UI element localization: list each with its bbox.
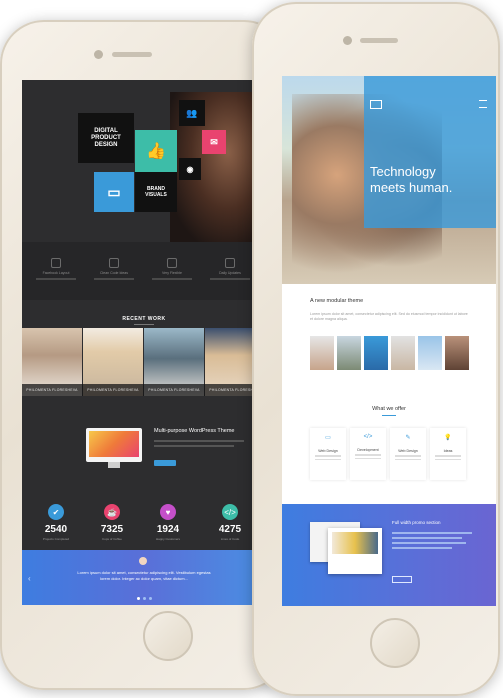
right-phone-camera bbox=[343, 36, 352, 45]
layout-icon bbox=[51, 258, 61, 268]
imac-mockup bbox=[86, 428, 142, 462]
card-title: Development bbox=[357, 448, 379, 452]
hero-title: DIGITAL PRODUCT DESIGN bbox=[91, 127, 121, 148]
hero-heading: Technology meets human. bbox=[370, 164, 490, 196]
desktop-icon: ▭ bbox=[107, 183, 121, 200]
people-icon: 👥 bbox=[186, 107, 198, 118]
flex-icon bbox=[167, 258, 177, 268]
heart-icon: ♥ bbox=[160, 504, 176, 520]
left-phone-home-button[interactable] bbox=[143, 611, 193, 661]
stat-item: ☕ 7325 Cups of Coffee bbox=[90, 504, 134, 541]
cup-icon: ☕ bbox=[104, 504, 120, 520]
testimonial-text: Lorem ipsum dolor sit amet, consectetur … bbox=[77, 570, 211, 581]
hero-heading-line1: Technology bbox=[370, 164, 436, 179]
feature-title: Very Flexible bbox=[161, 271, 183, 275]
stat-item: </> 4275 Lines of Code bbox=[208, 504, 252, 541]
pen-icon: ✎ bbox=[405, 435, 411, 441]
feature-title: Daily Updates bbox=[219, 271, 241, 275]
hero-overlay bbox=[364, 76, 496, 228]
service-card[interactable]: ▭ Web Design bbox=[310, 428, 346, 480]
promo-mockup-front bbox=[328, 528, 382, 574]
promo-title: Full width promo section bbox=[392, 520, 441, 525]
desktop-icon: ▭ bbox=[325, 435, 331, 441]
stat-label: Cups of Coffee bbox=[102, 537, 122, 541]
stat-value: 7325 bbox=[100, 524, 124, 535]
like-tile[interactable]: 👍 bbox=[135, 130, 177, 172]
code-icon: </> bbox=[222, 504, 238, 520]
card-title: Web Design bbox=[318, 449, 338, 453]
what-we-offer-divider bbox=[382, 415, 396, 416]
stat-value: 2540 bbox=[44, 524, 68, 535]
what-we-offer-title: What we offer bbox=[372, 406, 406, 412]
work-caption: PHILOMENTA FLORESHEVA bbox=[148, 388, 200, 392]
mail-icon: ✉ bbox=[210, 136, 218, 147]
stat-value: 4275 bbox=[218, 524, 242, 535]
hamburger-icon[interactable] bbox=[479, 100, 487, 108]
people-tile[interactable]: 👥 bbox=[179, 100, 205, 126]
hero-title-tile: DIGITAL PRODUCT DESIGN bbox=[78, 113, 134, 163]
feature-title: Clean Code Ideas bbox=[99, 271, 129, 275]
promo-button[interactable] bbox=[392, 576, 412, 583]
brand-visuals-tile: BRAND VISUALS bbox=[135, 172, 177, 212]
camera-icon: ◉ bbox=[186, 164, 194, 174]
desktop-tile[interactable]: ▭ bbox=[94, 172, 134, 212]
thumbs-up-icon: 👍 bbox=[146, 143, 166, 160]
gallery-thumb[interactable] bbox=[310, 336, 334, 370]
card-title: Ideas bbox=[443, 449, 453, 453]
body-text: Lorem ipsum dolor sit amet, consectetur … bbox=[310, 312, 468, 321]
recent-work-title: RECENT WORK bbox=[122, 316, 166, 322]
stat-label: Projects Completed bbox=[42, 537, 70, 541]
stat-item: ✔ 2540 Projects Completed bbox=[34, 504, 78, 541]
gallery-thumb[interactable] bbox=[445, 336, 469, 370]
right-phone-speaker bbox=[360, 38, 398, 43]
work-caption: PHILOMENTA FLORESHEVA bbox=[26, 388, 78, 392]
imac-stand bbox=[108, 462, 120, 468]
gallery-thumb[interactable] bbox=[391, 336, 415, 370]
stat-value: 1924 bbox=[156, 524, 180, 535]
code-icon: </> bbox=[363, 434, 373, 440]
service-card[interactable]: ✎ Web Design bbox=[390, 428, 426, 480]
feature-item: Facebook Layout bbox=[32, 258, 80, 280]
right-phone-home-button[interactable] bbox=[370, 618, 420, 668]
hero-heading-line2: meets human. bbox=[370, 180, 453, 195]
gallery-thumb[interactable] bbox=[364, 336, 388, 370]
recent-work-divider bbox=[134, 324, 154, 325]
section-title: A new modular theme bbox=[310, 298, 364, 304]
work-caption: PHILOMENTA FLORESHEVA bbox=[87, 388, 139, 392]
stat-item: ♥ 1924 Happy Customers bbox=[146, 504, 190, 541]
carousel-dots[interactable] bbox=[132, 597, 156, 600]
mail-tile[interactable]: ✉ bbox=[202, 130, 226, 154]
bulb-icon: 💡 bbox=[444, 435, 452, 441]
code-icon bbox=[109, 258, 119, 268]
gallery-thumb[interactable] bbox=[418, 336, 442, 370]
logo-icon[interactable] bbox=[370, 100, 382, 109]
card-title: Web Design bbox=[398, 449, 418, 453]
promo-title: Multi-purpose WordPress Theme bbox=[154, 428, 235, 434]
promo-text-line bbox=[154, 445, 234, 447]
testimonial-avatar bbox=[139, 557, 147, 565]
left-screen: DIGITAL PRODUCT DESIGN 👍 👥 ✉ ◉ ▭ BRAND V… bbox=[22, 80, 266, 605]
check-icon: ✔ bbox=[48, 504, 64, 520]
stat-label: Happy Customers bbox=[155, 537, 180, 541]
refresh-icon bbox=[225, 258, 235, 268]
left-phone-speaker bbox=[112, 52, 152, 57]
feature-item: Daily Updates bbox=[206, 258, 254, 280]
feature-item: Very Flexible bbox=[148, 258, 196, 280]
feature-item: Clean Code Ideas bbox=[90, 258, 138, 280]
promo-button[interactable] bbox=[154, 460, 176, 466]
feature-title: Facebook Layout bbox=[42, 271, 70, 275]
left-phone-camera bbox=[94, 50, 103, 59]
promo-text bbox=[392, 532, 472, 552]
right-screen: Technology meets human. A new modular th… bbox=[282, 76, 496, 606]
service-card[interactable]: </> Development bbox=[350, 428, 386, 480]
gallery-thumb[interactable] bbox=[337, 336, 361, 370]
brand-visuals-label: BRAND VISUALS bbox=[145, 186, 167, 198]
stat-label: Lines of Code bbox=[220, 537, 240, 541]
chevron-left-icon[interactable]: ‹ bbox=[28, 574, 31, 583]
service-card[interactable]: 💡 Ideas bbox=[430, 428, 466, 480]
promo-text-line bbox=[154, 440, 244, 442]
camera-tile[interactable]: ◉ bbox=[179, 158, 201, 180]
